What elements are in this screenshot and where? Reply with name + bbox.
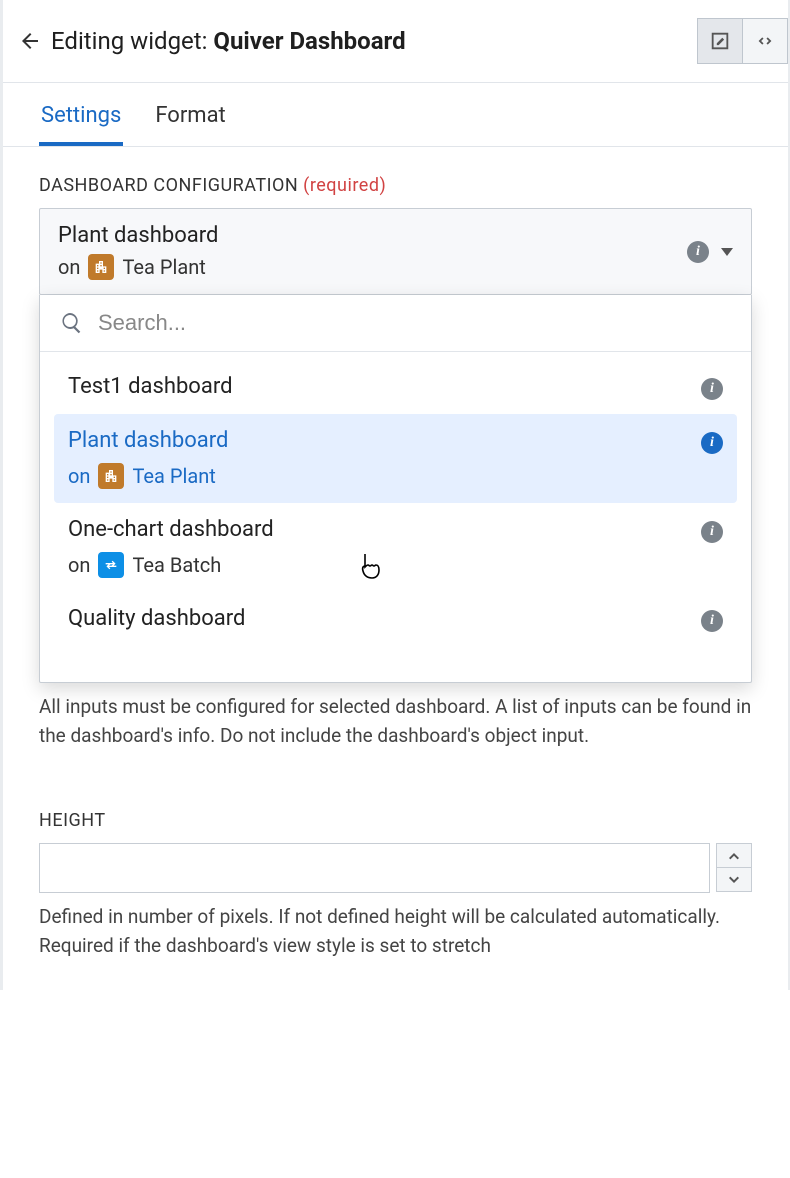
visual-editor-button[interactable] xyxy=(697,18,743,64)
info-icon[interactable]: i xyxy=(701,378,723,400)
dropdown-options: Test1 dashboard i Plant dashboard on Tea… xyxy=(40,352,751,654)
dropdown-option[interactable]: Plant dashboard on Tea Plant i xyxy=(54,414,737,503)
option-on-label: on xyxy=(68,464,90,488)
option-title: One-chart dashboard xyxy=(68,517,689,542)
dashboard-config-section: DASHBOARD CONFIGURATION (required) Plant… xyxy=(3,147,788,750)
edit-box-icon xyxy=(709,30,731,52)
info-icon[interactable]: i xyxy=(687,241,709,263)
info-icon[interactable]: i xyxy=(701,610,723,632)
height-step-down[interactable] xyxy=(716,867,752,892)
chevron-down-icon xyxy=(721,248,733,256)
height-label: HEIGHT xyxy=(39,810,752,831)
option-title: Test1 dashboard xyxy=(68,374,689,399)
tab-settings[interactable]: Settings xyxy=(39,97,123,146)
height-input[interactable] xyxy=(39,843,710,893)
height-stepper xyxy=(716,843,752,893)
building-icon xyxy=(98,463,124,489)
option-object-name: Tea Plant xyxy=(132,464,215,488)
option-object-name: Tea Batch xyxy=(132,553,221,577)
dropdown-search-row xyxy=(40,295,751,352)
title-prefix: Editing widget: xyxy=(51,27,213,55)
page-title: Editing widget: Quiver Dashboard xyxy=(51,27,697,55)
selected-dashboard-title: Plant dashboard xyxy=(58,223,687,248)
code-editor-button[interactable] xyxy=(742,18,788,64)
dropdown-option[interactable]: Test1 dashboard i xyxy=(54,360,737,414)
back-button[interactable] xyxy=(9,20,51,62)
dropdown-option[interactable]: One-chart dashboard on Tea Batch i xyxy=(54,503,737,592)
selected-object-name: Tea Plant xyxy=(122,255,205,279)
arrows-icon xyxy=(98,552,124,578)
widget-editor-header: Editing widget: Quiver Dashboard xyxy=(3,0,788,83)
selected-on-label: on xyxy=(58,255,80,279)
search-icon xyxy=(60,311,84,335)
option-title: Plant dashboard xyxy=(68,428,689,453)
widget-name: Quiver Dashboard xyxy=(213,27,405,55)
height-step-up[interactable] xyxy=(716,843,752,868)
chevron-down-icon xyxy=(728,874,740,886)
building-icon xyxy=(88,254,114,280)
required-tag: (required) xyxy=(303,175,386,196)
info-icon[interactable]: i xyxy=(701,432,723,454)
dashboard-config-label: DASHBOARD CONFIGURATION (required) xyxy=(39,175,752,196)
code-icon xyxy=(754,30,776,52)
dashboard-config-label-text: DASHBOARD CONFIGURATION xyxy=(39,175,298,196)
tabs: Settings Format xyxy=(3,83,788,147)
info-icon[interactable]: i xyxy=(701,521,723,543)
option-title: Quality dashboard xyxy=(68,606,689,631)
dropdown-search-input[interactable] xyxy=(96,309,731,337)
option-on-label: on xyxy=(68,553,90,577)
height-section: HEIGHT Defined in number of pixels. If n… xyxy=(3,750,788,960)
tab-format[interactable]: Format xyxy=(153,97,227,146)
dashboard-dropdown: Test1 dashboard i Plant dashboard on Tea… xyxy=(39,295,752,683)
dropdown-peek xyxy=(40,654,751,682)
arrow-left-icon xyxy=(18,29,42,53)
height-help: Defined in number of pixels. If not defi… xyxy=(39,903,752,960)
dashboard-select[interactable]: Plant dashboard on Tea Plant i xyxy=(39,208,752,295)
chevron-up-icon xyxy=(728,850,740,862)
dashboard-config-help: All inputs must be configured for select… xyxy=(39,693,752,750)
dropdown-option[interactable]: Quality dashboard i xyxy=(54,592,737,646)
